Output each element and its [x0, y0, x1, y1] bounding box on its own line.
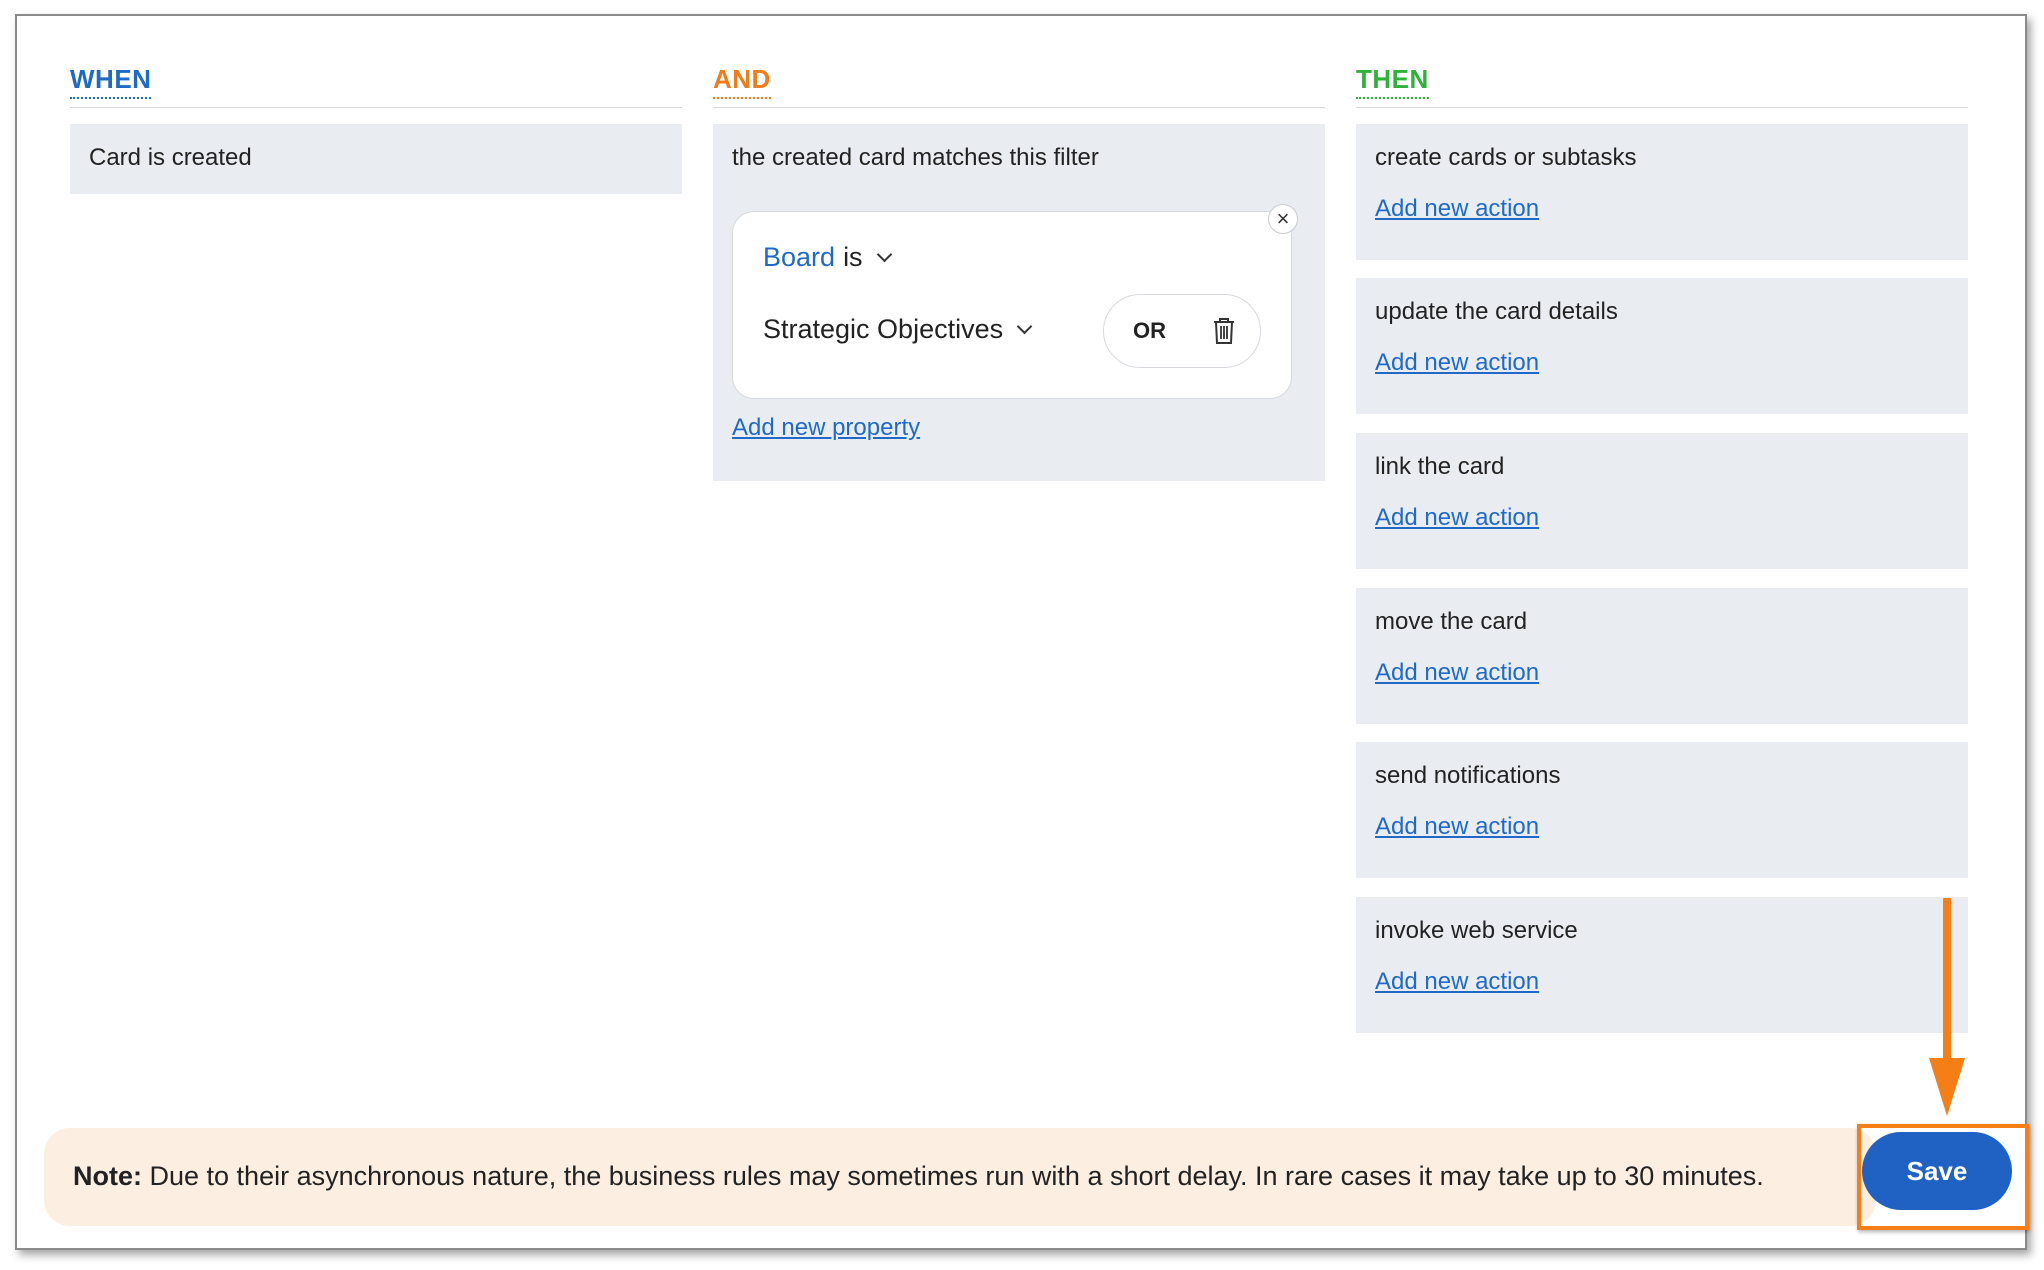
trash-icon[interactable] [1212, 317, 1236, 345]
filter-card: × Board is Strategic Objectives OR [732, 204, 1298, 399]
action-panel: move the card Add new action [1356, 588, 1968, 724]
add-action-link[interactable]: Add new action [1375, 195, 1539, 223]
action-label: send notifications [1375, 762, 1561, 789]
save-button[interactable]: Save [1862, 1132, 2012, 1210]
close-icon[interactable]: × [1268, 204, 1298, 234]
action-panel: invoke web service Add new action [1356, 897, 1968, 1033]
rule-editor-window: WHEN Card is created AND the created car… [15, 14, 2029, 1250]
add-action-link[interactable]: Add new action [1375, 504, 1539, 532]
action-panel: create cards or subtasks Add new action [1356, 124, 1968, 260]
or-button[interactable]: OR [1133, 318, 1166, 344]
action-label: update the card details [1375, 298, 1618, 325]
action-panel: update the card details Add new action [1356, 278, 1968, 414]
action-label: invoke web service [1375, 917, 1578, 944]
arrow-down-annotation [1929, 898, 1965, 1116]
value-actions: OR [1103, 294, 1261, 368]
property-selector[interactable]: Board is [763, 242, 892, 273]
action-label: create cards or subtasks [1375, 144, 1637, 171]
note-text: Note: Due to their asynchronous nature, … [73, 1161, 1764, 1192]
note-body: Due to their asynchronous nature, the bu… [142, 1161, 1764, 1191]
and-title: AND [713, 64, 771, 99]
when-title: WHEN [70, 64, 152, 99]
chevron-down-icon [1016, 318, 1033, 335]
trigger-label: Card is created [89, 144, 252, 171]
condition-label: the created card matches this filter [732, 144, 1099, 171]
trigger-panel[interactable]: Card is created [70, 124, 682, 194]
action-panel: send notifications Add new action [1356, 742, 1968, 878]
condition-panel: the created card matches this filter × B… [713, 124, 1325, 481]
add-action-link[interactable]: Add new action [1375, 968, 1539, 996]
property-label: Board [763, 242, 836, 272]
when-header: WHEN [70, 44, 682, 108]
action-panel: link the card Add new action [1356, 433, 1968, 569]
add-action-link[interactable]: Add new action [1375, 659, 1539, 687]
value-selector[interactable]: Strategic Objectives [763, 314, 1033, 345]
action-label: move the card [1375, 608, 1528, 635]
then-header: THEN [1356, 44, 1968, 108]
add-action-link[interactable]: Add new action [1375, 349, 1539, 377]
note-banner: Note: Due to their asynchronous nature, … [44, 1128, 1876, 1226]
then-title: THEN [1356, 64, 1429, 99]
chevron-down-icon [876, 246, 892, 263]
action-label: link the card [1375, 453, 1505, 480]
value-label: Strategic Objectives [763, 314, 1004, 344]
add-action-link[interactable]: Add new action [1375, 813, 1539, 841]
operator-label: is [843, 242, 863, 272]
note-label: Note: [73, 1161, 142, 1191]
add-property-link[interactable]: Add new property [732, 414, 920, 442]
and-header: AND [713, 44, 1325, 108]
